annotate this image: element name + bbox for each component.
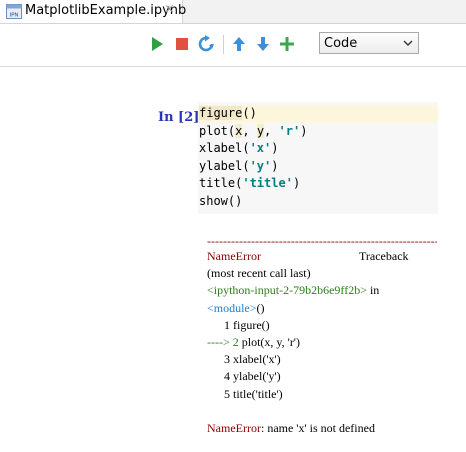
code-token: )	[300, 123, 308, 138]
line-prefix: 5	[224, 386, 233, 401]
arrow-down-icon[interactable]	[254, 35, 272, 53]
code-line: figure()	[198, 105, 438, 123]
cell-type-select[interactable]: Code	[319, 32, 419, 54]
code-token: figure	[199, 106, 243, 120]
line-text: title('title')	[233, 386, 283, 401]
in-word: in	[366, 283, 380, 298]
code-string: 'y'	[249, 158, 272, 173]
code-token: ,	[264, 123, 279, 138]
traceback-label: Traceback	[359, 249, 409, 263]
tab-title: MatplotlibExample.ipynb	[25, 3, 187, 18]
code-token: xlabel(	[199, 141, 250, 155]
code-line: show()	[199, 193, 438, 211]
code-token: ()	[242, 106, 257, 120]
stop-icon[interactable]	[173, 35, 191, 53]
final-error: NameError: name 'x' is not defined	[207, 420, 437, 437]
restart-kernel-icon[interactable]	[197, 35, 215, 53]
traceback-line-current: ----> 2 plot(x, y, 'r')	[207, 334, 437, 351]
toolbar-separator	[223, 35, 224, 54]
code-line: title('title')	[199, 175, 438, 193]
ipynb-icon-text: IPN	[9, 13, 18, 19]
code-line: plot(x, y, 'r')	[199, 123, 438, 141]
line-text: ylabel('y')	[233, 369, 281, 384]
close-tab-icon[interactable]: ×	[164, 2, 175, 17]
traceback-separator: ----------------------------------------…	[207, 236, 437, 248]
code-line: xlabel('x')	[199, 140, 438, 158]
code-token: show()	[199, 193, 243, 208]
code-line: ylabel('y')	[199, 158, 438, 176]
module-paren: ()	[256, 300, 265, 315]
recent-call-text: (most recent call last)	[207, 266, 311, 281]
traceback-line: 4 ylabel('y')	[207, 368, 437, 385]
plus-icon[interactable]	[278, 35, 296, 53]
module-reference: <module>()	[207, 300, 437, 317]
line-prefix: 4	[224, 369, 233, 384]
code-token: plot(	[199, 123, 236, 138]
arrow-up-icon[interactable]	[230, 35, 248, 53]
module-ref: <module>	[207, 300, 257, 315]
line-text: plot(x, y, 'r')	[241, 335, 300, 350]
line-prefix: 3	[224, 352, 233, 367]
line-text: xlabel('x')	[233, 352, 281, 367]
line-prefix: ----> 2	[207, 335, 242, 350]
cell-output: ----------------------------------------…	[207, 236, 437, 437]
traceback-header: NameError Traceback	[207, 248, 437, 265]
traceback-line: 3 xlabel('x')	[207, 351, 437, 368]
traceback-line: 1 figure()	[207, 317, 437, 334]
input-reference: <ipython-input-2-79b2b6e9ff2b> in	[207, 282, 437, 299]
code-string: 'x'	[249, 141, 272, 155]
run-icon[interactable]	[148, 35, 166, 53]
final-error-message: : name 'x' is not defined	[260, 420, 375, 435]
code-token: title(	[199, 176, 243, 190]
code-token: )	[292, 176, 301, 190]
traceback-line: 5 title('title')	[207, 386, 437, 403]
output-gap	[207, 403, 437, 420]
code-token: )	[271, 158, 279, 173]
error-name: NameError	[207, 249, 261, 263]
editor-tab-bar: IPN MatplotlibExample.ipynb ×	[0, 0, 466, 24]
code-string: 'title'	[242, 176, 293, 190]
cell-type-value: Code	[324, 36, 358, 51]
chevron-down-icon	[403, 40, 413, 46]
code-token: y	[256, 123, 265, 138]
final-error-name: NameError	[207, 420, 261, 435]
line-text: figure()	[233, 317, 270, 332]
code-token: )	[271, 141, 279, 155]
notebook-toolbar: Code	[0, 24, 466, 67]
notebook-tab[interactable]: IPN MatplotlibExample.ipynb ×	[0, 0, 187, 23]
code-token: ,	[242, 123, 257, 138]
code-string: 'r'	[278, 123, 301, 138]
input-ref-link: <ipython-input-2-79b2b6e9ff2b>	[207, 283, 367, 298]
code-cell-editor[interactable]: figure() plot(x, y, 'r') xlabel('x') yla…	[198, 102, 438, 214]
code-token: ylabel(	[199, 158, 250, 173]
line-prefix: 1	[224, 317, 233, 332]
ipynb-file-icon: IPN	[6, 4, 22, 19]
